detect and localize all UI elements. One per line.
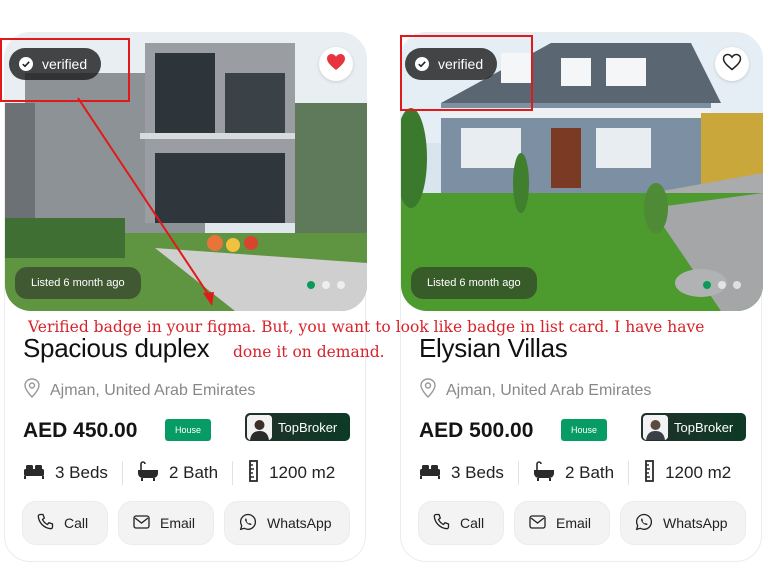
annotation-arrow [77,97,214,306]
annotation-text-line-1: Verified badge in your figma. But, you w… [28,318,705,336]
listing-screen: verified Listed 6 month ago Spacious dup… [0,0,784,570]
annotation-text-line-2: done it on demand. [233,343,385,361]
